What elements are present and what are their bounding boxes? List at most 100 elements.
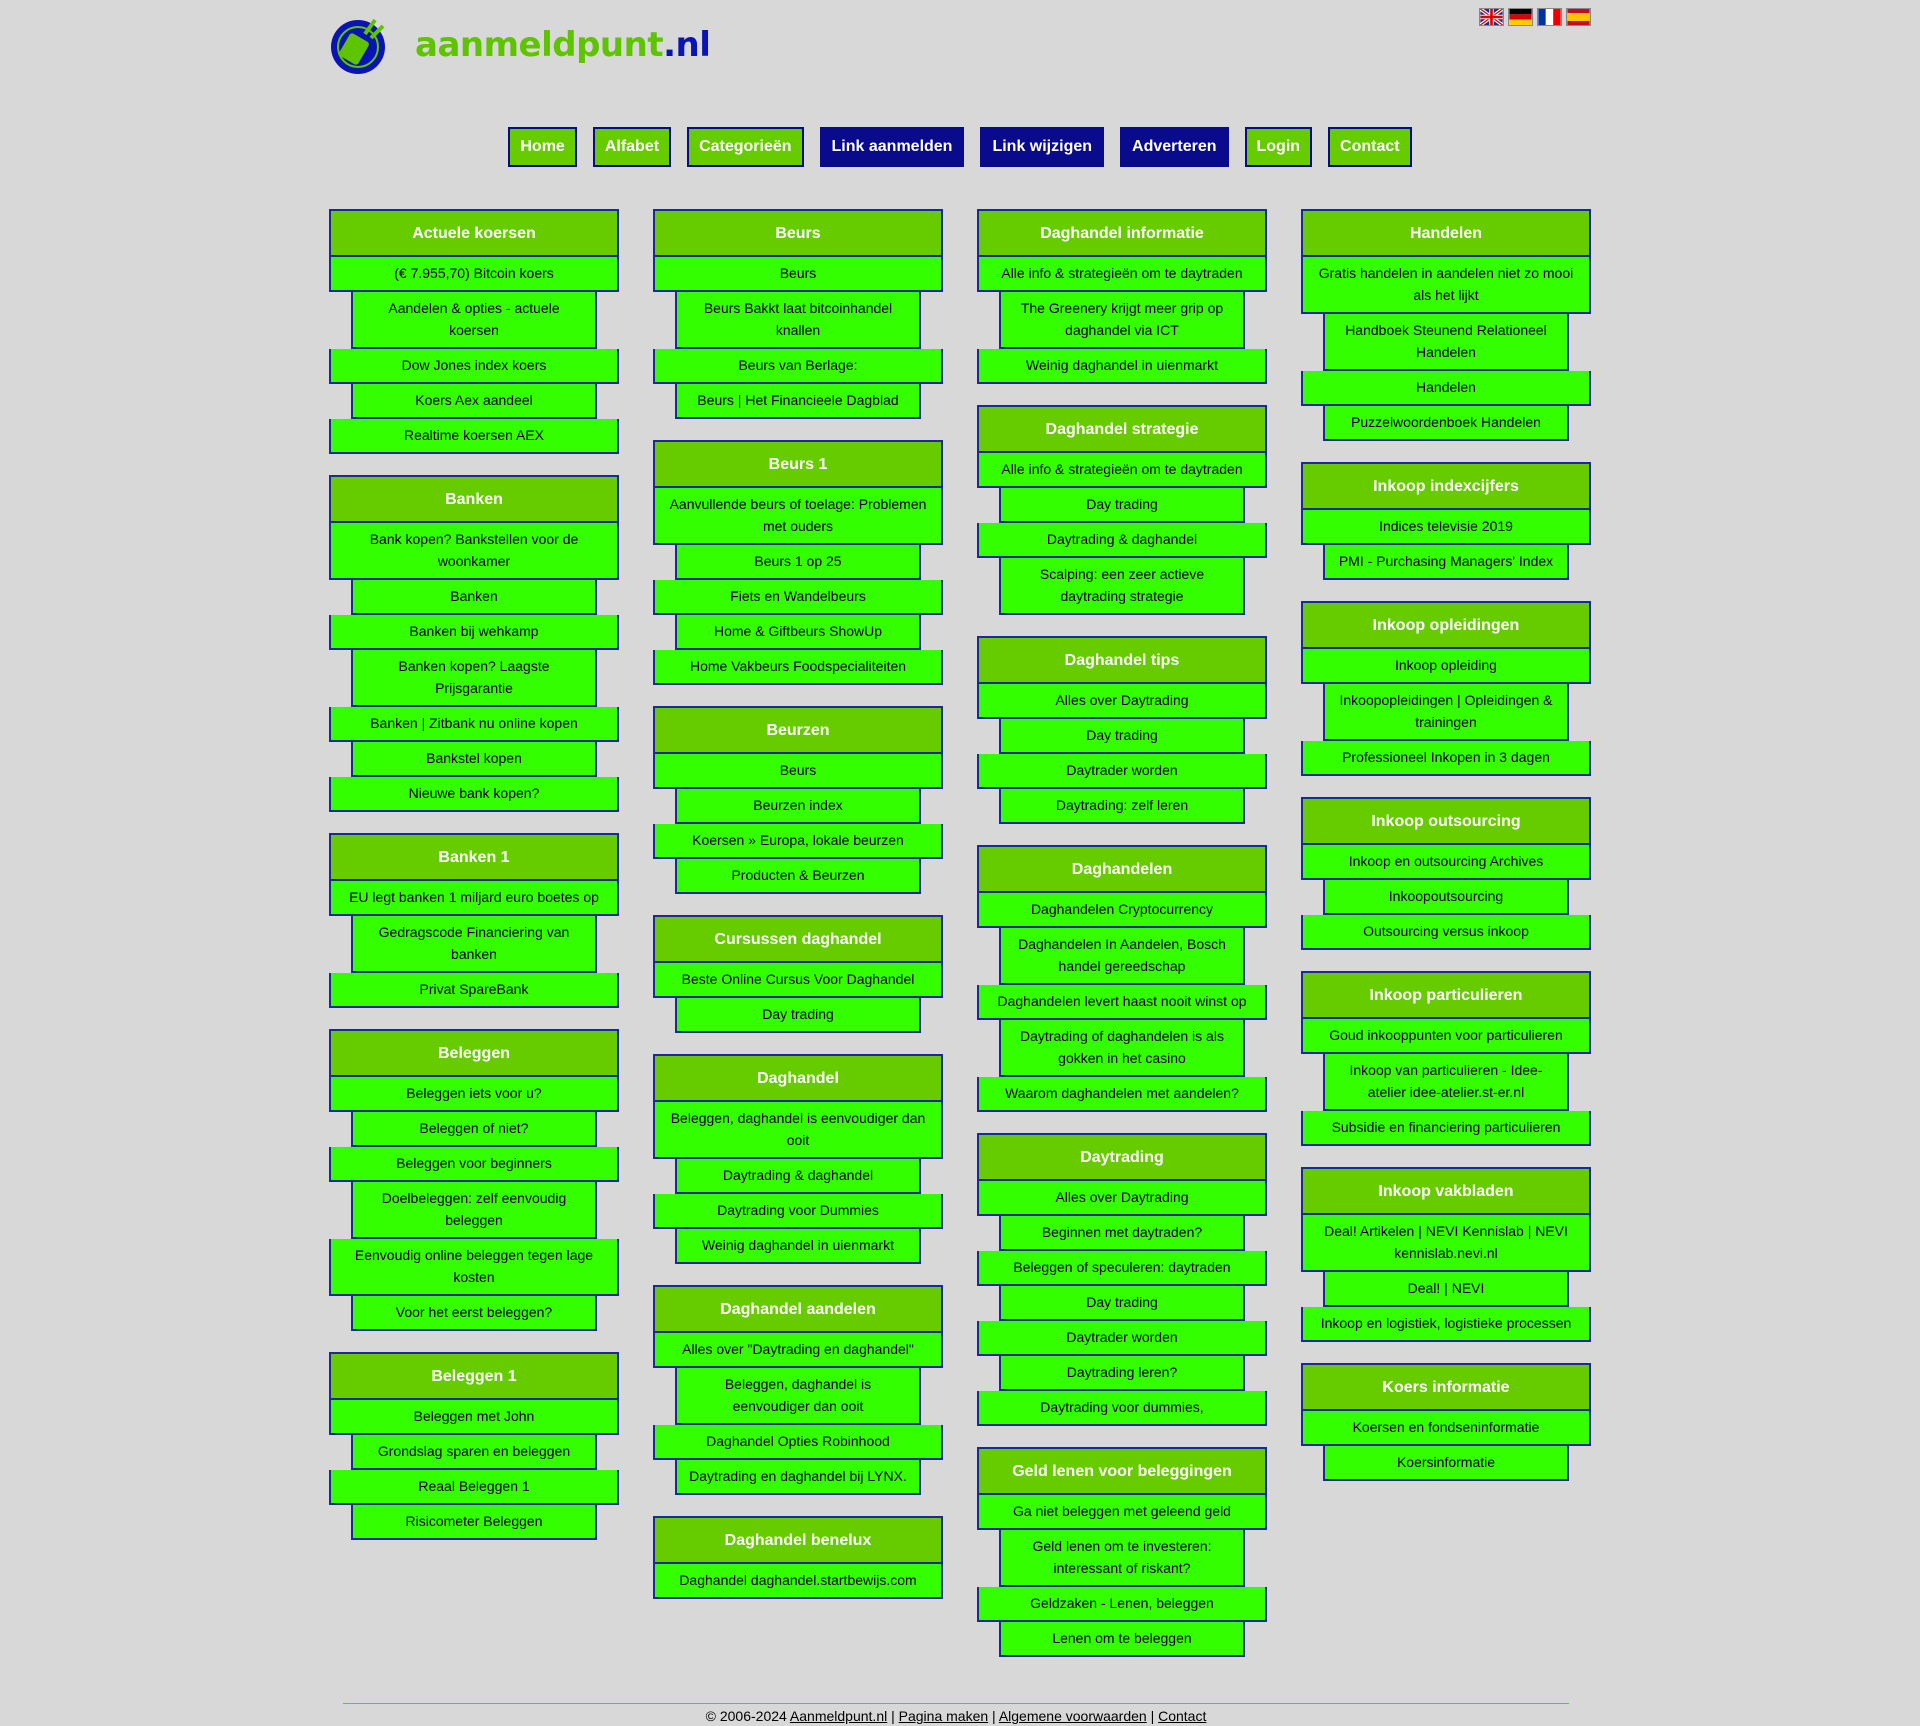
category-link[interactable]: Producten & Beurzen — [675, 859, 921, 894]
category-link[interactable]: Alles over Daytrading — [977, 1181, 1267, 1216]
category-link[interactable]: (€ 7.955,70) Bitcoin koers — [329, 257, 619, 292]
category-title[interactable]: Inkoop opleidingen — [1301, 601, 1591, 649]
category-link[interactable]: Home Vakbeurs Foodspecialiteiten — [653, 650, 943, 685]
category-link[interactable]: Beurs 1 op 25 — [675, 545, 921, 580]
category-link[interactable]: Handboek Steunend Relationeel Handelen — [1323, 314, 1569, 371]
category-link[interactable]: Koersinformatie — [1323, 1446, 1569, 1481]
category-link[interactable]: Daytrading voor Dummies — [653, 1194, 943, 1229]
category-link[interactable]: Koers Aex aandeel — [351, 384, 597, 419]
category-link[interactable]: Alles over Daytrading — [977, 684, 1267, 719]
category-link[interactable]: Geldzaken - Lenen, beleggen — [977, 1587, 1267, 1622]
category-link[interactable]: Handelen — [1301, 371, 1591, 406]
category-link[interactable]: Dow Jones index koers — [329, 349, 619, 384]
nav-contact[interactable]: Contact — [1328, 127, 1412, 167]
category-link[interactable]: Inkoopopleidingen | Opleidingen & traini… — [1323, 684, 1569, 741]
category-link[interactable]: The Greenery krijgt meer grip op daghand… — [999, 292, 1245, 349]
category-link[interactable]: Beurs — [653, 257, 943, 292]
category-title[interactable]: Handelen — [1301, 209, 1591, 257]
category-link[interactable]: Daytrading en daghandel bij LYNX. — [675, 1460, 921, 1495]
category-link[interactable]: Reaal Beleggen 1 — [329, 1470, 619, 1505]
category-link[interactable]: Bank kopen? Bankstellen voor de woonkame… — [329, 523, 619, 580]
category-link[interactable]: Grondslag sparen en beleggen — [351, 1435, 597, 1470]
category-link[interactable]: Day trading — [999, 488, 1245, 523]
category-title[interactable]: Actuele koersen — [329, 209, 619, 257]
category-link[interactable]: Day trading — [999, 719, 1245, 754]
category-title[interactable]: Koers informatie — [1301, 1363, 1591, 1411]
category-link[interactable]: Beleggen, daghandel is eenvoudiger dan o… — [675, 1368, 921, 1425]
category-link[interactable]: Daytrading of daghandelen is als gokken … — [999, 1020, 1245, 1077]
category-link[interactable]: Scalping: een zeer actieve daytrading st… — [999, 558, 1245, 615]
category-title[interactable]: Daghandel benelux — [653, 1516, 943, 1564]
category-link[interactable]: Beleggen iets voor u? — [329, 1077, 619, 1112]
category-link[interactable]: Beurs — [653, 754, 943, 789]
category-link[interactable]: Beurs | Het Financieele Dagblad — [675, 384, 921, 419]
category-title[interactable]: Beleggen — [329, 1029, 619, 1077]
footer-terms-link[interactable]: Algemene voorwaarden — [999, 1708, 1147, 1724]
category-link[interactable]: PMI - Purchasing Managers' Index — [1323, 545, 1569, 580]
category-link[interactable]: Deal! Artikelen | NEVI Kennislab | NEVI … — [1301, 1215, 1591, 1272]
category-link[interactable]: Eenvoudig online beleggen tegen lage kos… — [329, 1239, 619, 1296]
category-link[interactable]: Beurs Bakkt laat bitcoinhandel knallen — [675, 292, 921, 349]
category-title[interactable]: Banken — [329, 475, 619, 523]
category-link[interactable]: Gedragscode Financiering van banken — [351, 916, 597, 973]
nav-home[interactable]: Home — [508, 127, 577, 167]
category-title[interactable]: Beurs — [653, 209, 943, 257]
category-link[interactable]: Waarom daghandelen met aandelen? — [977, 1077, 1267, 1112]
category-link[interactable]: Daytrading & daghandel — [977, 523, 1267, 558]
category-link[interactable]: Weinig daghandel in uienmarkt — [977, 349, 1267, 384]
category-title[interactable]: Daghandel strategie — [977, 405, 1267, 453]
category-link[interactable]: Aanvullende beurs of toelage: Problemen … — [653, 488, 943, 545]
category-link[interactable]: Beleggen of niet? — [351, 1112, 597, 1147]
category-title[interactable]: Inkoop particulieren — [1301, 971, 1591, 1019]
category-title[interactable]: Inkoop vakbladen — [1301, 1167, 1591, 1215]
category-link[interactable]: Lenen om te beleggen — [999, 1622, 1245, 1657]
category-link[interactable]: Realtime koersen AEX — [329, 419, 619, 454]
category-link[interactable]: Gratis handelen in aandelen niet zo mooi… — [1301, 257, 1591, 314]
category-title[interactable]: Beurs 1 — [653, 440, 943, 488]
nav-alfabet[interactable]: Alfabet — [592, 127, 672, 167]
category-link[interactable]: Beleggen voor beginners — [329, 1147, 619, 1182]
category-link[interactable]: Professioneel Inkopen in 3 dagen — [1301, 741, 1591, 776]
category-link[interactable]: Inkoop opleiding — [1301, 649, 1591, 684]
category-link[interactable]: Koersen » Europa, lokale beurzen — [653, 824, 943, 859]
category-link[interactable]: Daytrader worden — [977, 754, 1267, 789]
category-link[interactable]: Subsidie en financiering particulieren — [1301, 1111, 1591, 1146]
category-link[interactable]: Koersen en fondseninformatie — [1301, 1411, 1591, 1446]
nav-categorie-n[interactable]: Categorieën — [687, 127, 804, 167]
category-link[interactable]: Inkoop en logistiek, logistieke processe… — [1301, 1307, 1591, 1342]
category-link[interactable]: Geld lenen om te investeren: interessant… — [999, 1530, 1245, 1587]
category-link[interactable]: Weinig daghandel in uienmarkt — [675, 1229, 921, 1264]
category-link[interactable]: Ga niet beleggen met geleend geld — [977, 1495, 1267, 1530]
category-title[interactable]: Geld lenen voor beleggingen — [977, 1447, 1267, 1495]
footer-page-link[interactable]: Pagina maken — [899, 1708, 989, 1724]
category-title[interactable]: Banken 1 — [329, 833, 619, 881]
category-title[interactable]: Daghandelen — [977, 845, 1267, 893]
nav-login[interactable]: Login — [1244, 127, 1313, 167]
category-title[interactable]: Beleggen 1 — [329, 1352, 619, 1400]
category-link[interactable]: Aandelen & opties - actuele koersen — [351, 292, 597, 349]
category-link[interactable]: Risicometer Beleggen — [351, 1505, 597, 1540]
category-link[interactable]: Alles over "Daytrading en daghandel" — [653, 1333, 943, 1368]
category-link[interactable]: Banken kopen? Laagste Prijsgarantie — [351, 650, 597, 707]
category-link[interactable]: Beurs van Berlage: — [653, 349, 943, 384]
category-link[interactable]: Goud inkooppunten voor particulieren — [1301, 1019, 1591, 1054]
category-title[interactable]: Cursussen daghandel — [653, 915, 943, 963]
category-link[interactable]: Indices televisie 2019 — [1301, 510, 1591, 545]
category-link[interactable]: Inkoop en outsourcing Archives — [1301, 845, 1591, 880]
flag-de-icon[interactable] — [1508, 8, 1533, 26]
footer-site-link[interactable]: Aanmeldpunt.nl — [790, 1708, 887, 1724]
category-link[interactable]: Banken | Zitbank nu online kopen — [329, 707, 619, 742]
category-link[interactable]: Bankstel kopen — [351, 742, 597, 777]
category-link[interactable]: Voor het eerst beleggen? — [351, 1296, 597, 1331]
category-link[interactable]: Beleggen, daghandel is eenvoudiger dan o… — [653, 1102, 943, 1159]
category-title[interactable]: Beurzen — [653, 706, 943, 754]
category-title[interactable]: Inkoop outsourcing — [1301, 797, 1591, 845]
category-link[interactable]: Daghandelen In Aandelen, Bosch handel ge… — [999, 928, 1245, 985]
nav-link-aanmelden[interactable]: Link aanmelden — [819, 127, 965, 167]
category-link[interactable]: Daghandel daghandel.startbewijs.com — [653, 1564, 943, 1599]
category-link[interactable]: Puzzelwoordenboek Handelen — [1323, 406, 1569, 441]
flag-fr-icon[interactable] — [1537, 8, 1562, 26]
category-link[interactable]: Beleggen met John — [329, 1400, 619, 1435]
category-link[interactable]: Inkoopoutsourcing — [1323, 880, 1569, 915]
category-link[interactable]: Day trading — [999, 1286, 1245, 1321]
